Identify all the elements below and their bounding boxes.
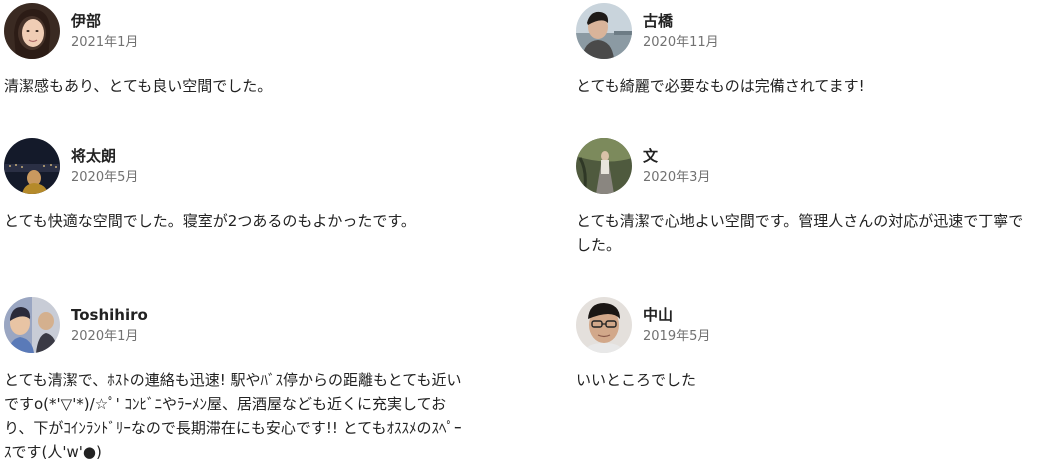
review-meta: 将太朗 2020年5月 <box>71 146 138 187</box>
avatar[interactable] <box>4 3 60 59</box>
review-meta: 古橋 2020年11月 <box>643 11 719 52</box>
avatar-photo <box>4 297 60 353</box>
review-text: とても清潔で、ﾎｽﾄの連絡も迅速! 駅やﾊﾞｽ停からの距離もとても近いですo(*… <box>4 371 462 461</box>
avatar[interactable] <box>4 138 60 194</box>
reviewer-name[interactable]: 伊部 <box>71 11 138 31</box>
avatar-photo <box>4 3 60 59</box>
avatar-photo <box>4 138 60 194</box>
review-header: 将太朗 2020年5月 <box>0 137 460 195</box>
review-header: 伊部 2021年1月 <box>0 2 460 60</box>
review-date: 2019年5月 <box>643 328 711 344</box>
review-header: 古橋 2020年11月 <box>572 2 1032 60</box>
avatar-photo <box>576 3 632 59</box>
review-date: 2021年1月 <box>71 34 139 50</box>
avatar[interactable] <box>576 297 632 353</box>
review-meta: Toshihiro 2020年1月 <box>71 305 148 346</box>
reviewer-name[interactable]: 将太朗 <box>71 146 138 166</box>
review-card: 文 2020年3月 とても清潔で心地よい空間です。管理人さんの対応が迅速で丁寧で… <box>572 137 1032 257</box>
review-text: 清潔感もあり、とても良い空間でした。 <box>4 77 273 95</box>
review-date: 2020年5月 <box>71 169 139 185</box>
review-text: とても清潔で心地よい空間です。管理人さんの対応が迅速で丁寧でした。 <box>576 212 1024 254</box>
review-card: 中山 2019年5月 いいところでした <box>572 296 1032 392</box>
reviews-grid: 伊部 2021年1月 清潔感もあり、とても良い空間でした。 古橋 2020年11 <box>0 0 1041 471</box>
review-text: いいところでした <box>576 371 697 389</box>
reviewer-name[interactable]: 古橋 <box>643 11 719 31</box>
review-text: とても快適な空間でした。寝室が2つあるのもよかったです。 <box>4 212 416 230</box>
review-header: Toshihiro 2020年1月 <box>0 296 460 354</box>
avatar-photo <box>576 138 632 194</box>
review-text: とても綺麗で必要なものは完備されてます! <box>576 77 865 95</box>
review-card: 伊部 2021年1月 清潔感もあり、とても良い空間でした。 <box>0 2 460 98</box>
review-meta: 伊部 2021年1月 <box>71 11 138 52</box>
avatar-photo <box>576 297 632 353</box>
review-card: 古橋 2020年11月 とても綺麗で必要なものは完備されてます! <box>572 2 1032 98</box>
avatar[interactable] <box>4 297 60 353</box>
reviewer-name[interactable]: 文 <box>643 146 710 166</box>
review-card: Toshihiro 2020年1月 とても清潔で、ﾎｽﾄの連絡も迅速! 駅やﾊﾞ… <box>0 296 462 464</box>
review-card: 将太朗 2020年5月 とても快適な空間でした。寝室が2つあるのもよかったです。 <box>0 137 460 233</box>
reviewer-name[interactable]: Toshihiro <box>71 305 148 325</box>
review-date: 2020年3月 <box>643 169 711 185</box>
review-date: 2020年11月 <box>643 34 719 50</box>
review-meta: 中山 2019年5月 <box>643 305 710 346</box>
avatar[interactable] <box>576 138 632 194</box>
review-meta: 文 2020年3月 <box>643 146 710 187</box>
review-header: 中山 2019年5月 <box>572 296 1032 354</box>
reviewer-name[interactable]: 中山 <box>643 305 710 325</box>
review-date: 2020年1月 <box>71 328 139 344</box>
review-header: 文 2020年3月 <box>572 137 1032 195</box>
avatar[interactable] <box>576 3 632 59</box>
